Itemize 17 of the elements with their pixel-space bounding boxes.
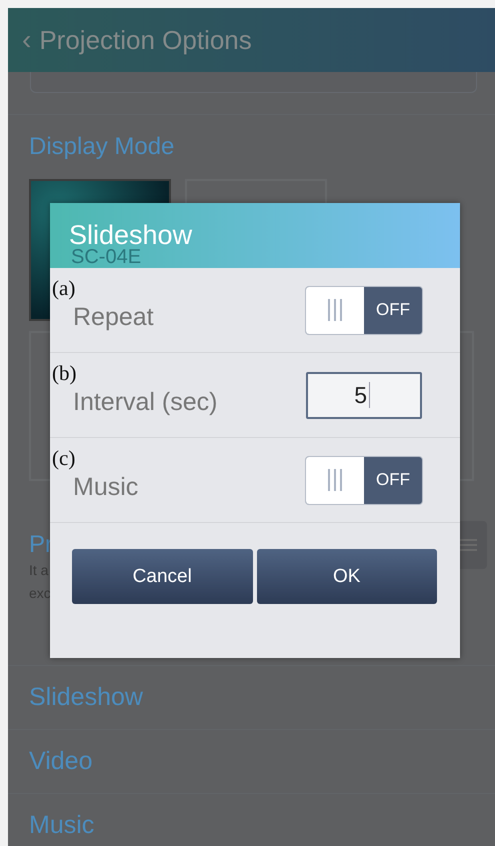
section-heading: Pr — [29, 531, 53, 559]
menu-icon — [459, 538, 477, 552]
grip-icon — [328, 299, 342, 321]
toggle-switch[interactable]: OFF — [305, 456, 423, 504]
setting-label: Interval (sec) — [73, 388, 218, 416]
grip-icon — [328, 469, 342, 491]
setting-label: Music — [73, 472, 138, 502]
toggle-switch[interactable]: OFF — [305, 286, 423, 334]
cancel-button[interactable]: Cancel — [72, 549, 252, 604]
annotation-label: (b) — [52, 361, 76, 386]
annotation-label: (c) — [52, 446, 76, 471]
screen-title: Projection Options — [39, 24, 252, 56]
annotation-label: (a) — [52, 276, 76, 301]
setting-label: Repeat — [73, 302, 154, 332]
interval-field[interactable]: 5 — [306, 372, 422, 418]
ok-button[interactable]: OK — [256, 549, 437, 604]
section-heading: Display Mode — [29, 133, 176, 161]
